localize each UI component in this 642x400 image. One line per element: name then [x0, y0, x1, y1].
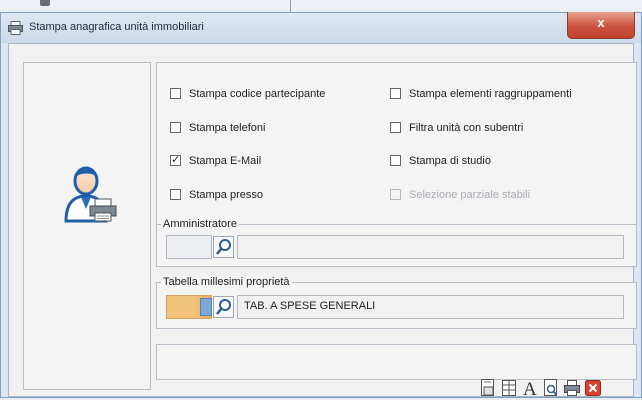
- amministratore-label: Amministratore: [161, 218, 239, 230]
- background-window-strip: [0, 0, 642, 12]
- window-title: Stampa anagrafica unità immobiliari: [29, 21, 204, 33]
- checkbox[interactable]: [170, 122, 181, 133]
- close-icon[interactable]: [584, 378, 602, 398]
- side-panel: [23, 62, 151, 390]
- columns-icon[interactable]: [500, 378, 518, 398]
- search-icon: [216, 299, 231, 315]
- bottom-info-frame: [156, 344, 637, 380]
- amministratore-code-input[interactable]: [166, 235, 212, 259]
- option-label: Stampa elementi raggruppamenti: [409, 88, 572, 100]
- option-label: Stampa E-Mail: [189, 155, 262, 167]
- title-bar[interactable]: Stampa anagrafica unità immobiliari x: [1, 12, 641, 43]
- tabella-millesimi-label: Tabella millesimi proprietà: [161, 276, 292, 288]
- tabella-spin-button[interactable]: [200, 298, 212, 316]
- checkbox-checked[interactable]: ✓: [170, 155, 181, 166]
- option-label: Selezione parziale stabili: [409, 189, 531, 201]
- user-print-icon: [64, 166, 117, 223]
- tabella-search-button[interactable]: [213, 296, 234, 318]
- option-label: Stampa presso: [189, 189, 263, 201]
- print-preview-icon[interactable]: [542, 378, 560, 398]
- checkbox[interactable]: [170, 88, 181, 99]
- tabella-description-field[interactable]: TAB. A SPESE GENERALI: [237, 295, 624, 319]
- option-label: Stampa telefoni: [189, 122, 266, 134]
- amministratore-search-button[interactable]: [213, 236, 234, 258]
- background-separator: [290, 0, 291, 12]
- close-glyph: x: [597, 15, 605, 30]
- page-setup-icon[interactable]: [479, 378, 497, 398]
- font-icon[interactable]: A: [521, 378, 539, 398]
- checkbox-disabled: [390, 189, 401, 200]
- tabella-millesimi-group: Tabella millesimi proprietà TAB. A SPESE…: [156, 276, 637, 329]
- amministratore-description-field[interactable]: [237, 235, 624, 259]
- option-label: Stampa codice partecipante: [189, 88, 326, 100]
- option-label: Filtra unità con subentri: [409, 122, 524, 134]
- search-icon: [216, 239, 231, 255]
- window-close-button[interactable]: x: [567, 12, 635, 39]
- checkbox[interactable]: [390, 88, 401, 99]
- checkbox[interactable]: [390, 155, 401, 166]
- svg-text:A: A: [523, 379, 537, 398]
- dialog-window: Stampa anagrafica unità immobiliari x St…: [0, 12, 642, 398]
- dialog-client-area: Stampa codice partecipante Stampa elemen…: [8, 43, 637, 398]
- option-label: Stampa di studio: [409, 155, 491, 167]
- checkbox[interactable]: [170, 189, 181, 200]
- amministratore-group: Amministratore: [156, 218, 637, 267]
- printer-icon[interactable]: [563, 378, 581, 398]
- checkbox[interactable]: [390, 122, 401, 133]
- printer-title-icon: [8, 21, 23, 35]
- background-app-icon: [40, 0, 50, 6]
